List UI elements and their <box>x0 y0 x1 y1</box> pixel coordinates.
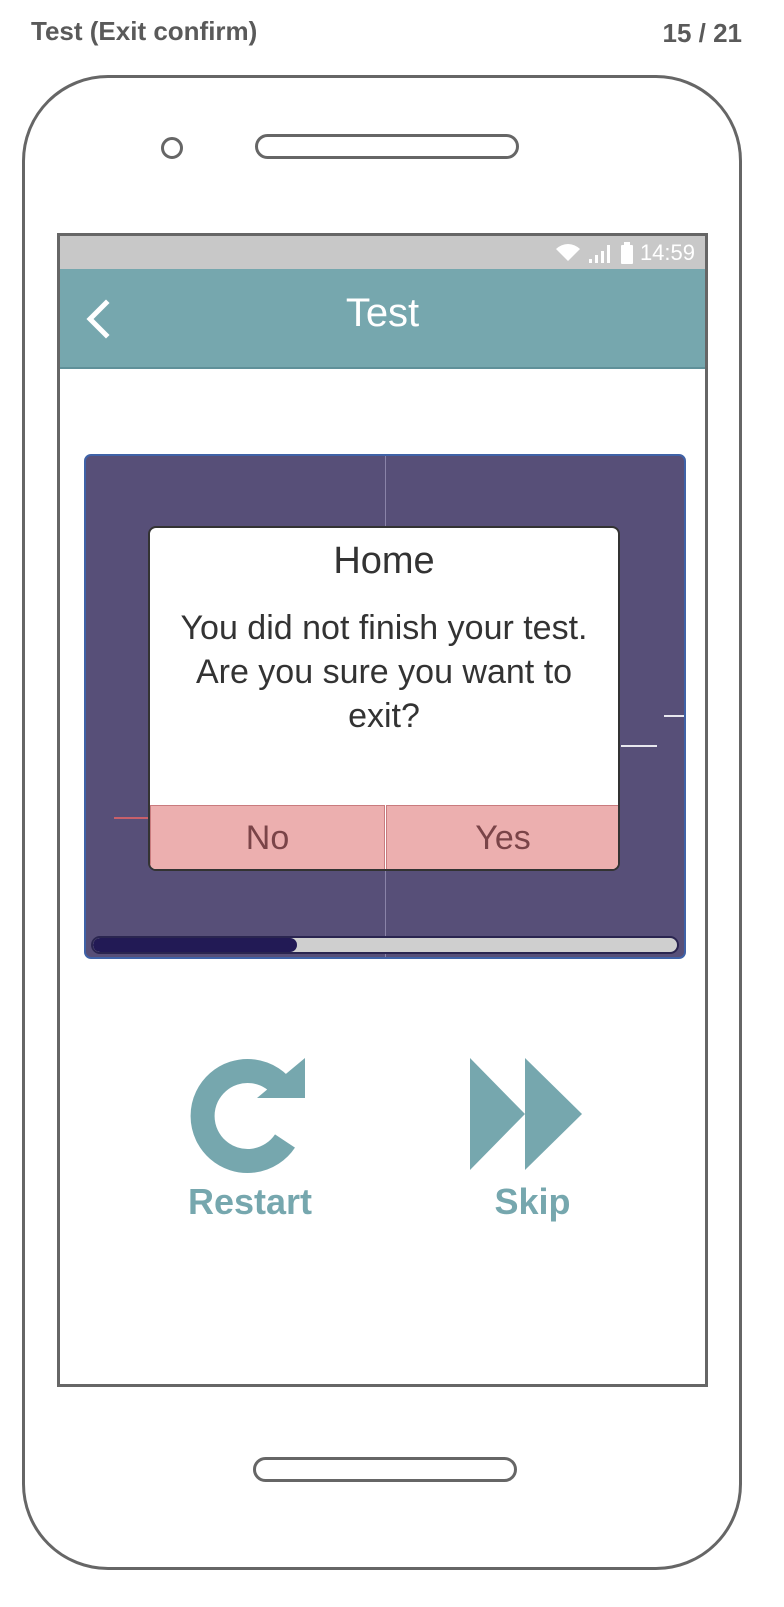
test-video-panel: Home You did not finish your test. Are y… <box>84 454 686 959</box>
battery-icon <box>620 241 633 264</box>
restart-icon <box>190 1058 305 1173</box>
marker-line <box>664 715 684 717</box>
exit-confirm-dialog: Home You did not finish your test. Are y… <box>148 526 620 871</box>
status-bar: 14:59 <box>60 236 705 269</box>
restart-button[interactable]: Restart <box>185 1056 315 1223</box>
app-bar-title: Test <box>345 291 420 335</box>
restart-label: Restart <box>187 1181 313 1222</box>
page-title: Test (Exit confirm) <box>31 16 258 46</box>
status-time: 14:59 <box>639 239 695 265</box>
phone-screen: 14:59 Test Home You did not finish your … <box>57 233 708 1387</box>
marker-line <box>621 745 657 747</box>
skip-icon <box>470 1058 582 1170</box>
skip-label: Skip <box>494 1181 571 1222</box>
page-counter: 15 / 21 <box>662 18 742 48</box>
dialog-message: You did not finish your test. Are you su… <box>180 609 588 735</box>
wifi-icon <box>555 243 580 261</box>
yes-button[interactable]: Yes <box>386 805 618 869</box>
test-progress-bar <box>91 936 679 954</box>
speaker-grille <box>255 134 519 159</box>
marker-line <box>114 817 150 819</box>
camera-icon <box>161 137 183 159</box>
progress-fill <box>93 938 298 952</box>
dialog-title: Home <box>333 540 435 582</box>
home-button[interactable] <box>253 1457 517 1482</box>
signal-icon <box>588 244 610 263</box>
no-button[interactable]: No <box>150 805 385 869</box>
skip-button[interactable]: Skip <box>460 1056 605 1223</box>
app-bar: Test <box>60 269 705 369</box>
